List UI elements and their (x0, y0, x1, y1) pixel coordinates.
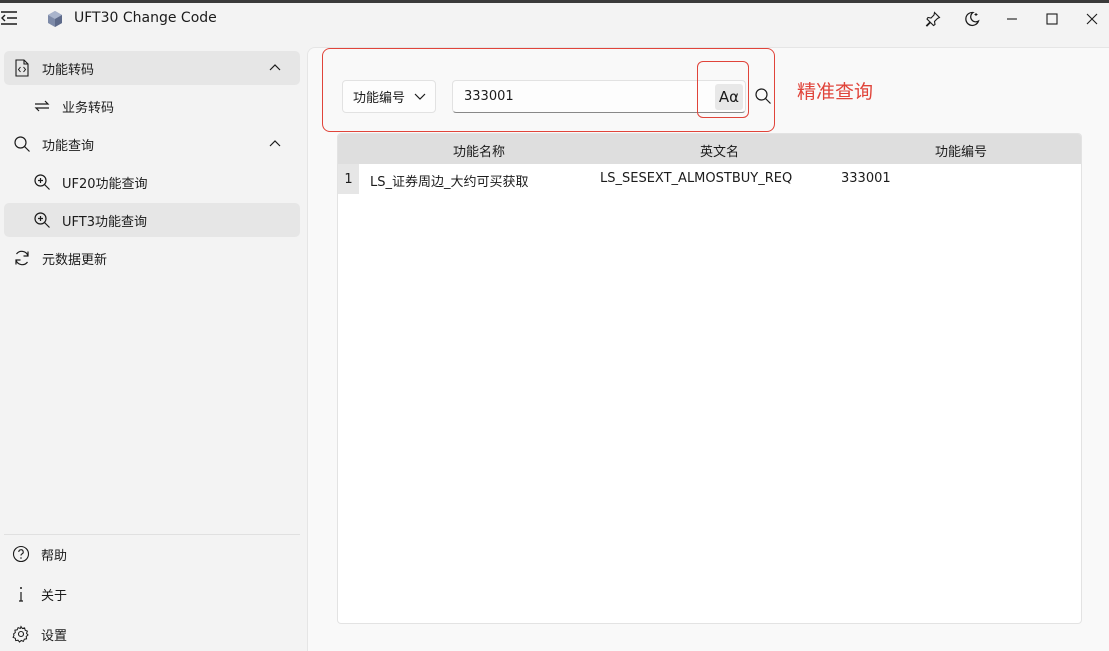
gear-icon (11, 624, 31, 644)
sidebar-item-label: 关于 (41, 588, 68, 604)
sidebar-item-business-convert[interactable]: 业务转码 (4, 89, 300, 123)
code-file-icon (12, 58, 32, 78)
sidebar-item-about[interactable]: 关于 (4, 577, 300, 611)
zoom-in-icon (32, 172, 52, 192)
chevron-up-icon[interactable] (268, 61, 282, 75)
sidebar-item-uft3-query[interactable]: UFT3功能查询 (4, 203, 300, 237)
sidebar-item-help[interactable]: 帮助 (4, 537, 300, 571)
sidebar-item-label: 功能查询 (42, 138, 95, 154)
sidebar-item-metadata-update[interactable]: 元数据更新 (4, 241, 300, 275)
sidebar: 功能转码 业务转码 功能查询 UF20功能查询 UFT3功能查询 元数据更新 帮… (0, 35, 307, 651)
sidebar-item-uf20-query[interactable]: UF20功能查询 (4, 165, 300, 199)
sidebar-item-function-query[interactable]: 功能查询 (4, 127, 300, 161)
content-pane: 功能编号 333001 Aα 精准查询 功能名称 英文名 功能编号 1 LS_证… (307, 47, 1109, 651)
title-bar: UFT30 Change Code (0, 3, 1109, 35)
help-icon (11, 544, 31, 564)
minimize-icon[interactable] (997, 6, 1027, 32)
refresh-icon (12, 248, 32, 268)
table-cell[interactable]: LS_证券周边_大约可买获取 (370, 171, 529, 190)
info-icon (11, 584, 31, 604)
table-cell[interactable]: 333001 (841, 171, 891, 186)
column-header[interactable]: 功能名称 (453, 141, 505, 160)
annotation-box-case (697, 61, 749, 118)
sidebar-item-label: UFT3功能查询 (62, 214, 147, 230)
maximize-icon[interactable] (1037, 6, 1067, 32)
column-header[interactable]: 英文名 (700, 141, 739, 160)
sidebar-divider (4, 534, 300, 535)
results-table: 功能名称 英文名 功能编号 1 LS_证券周边_大约可买获取 LS_SESEXT… (337, 133, 1082, 624)
sidebar-item-label: 设置 (41, 628, 68, 644)
sidebar-item-settings[interactable]: 设置 (4, 617, 300, 651)
sidebar-item-label: UF20功能查询 (62, 176, 148, 192)
app-logo-icon (46, 10, 64, 28)
sidebar-item-function-convert[interactable]: 功能转码 (4, 51, 300, 85)
table-header: 功能名称 英文名 功能编号 (338, 134, 1081, 164)
menu-toggle-icon[interactable] (0, 7, 20, 29)
table-cell[interactable]: LS_SESEXT_ALMOSTBUY_REQ (600, 171, 792, 186)
window-title: UFT30 Change Code (74, 10, 217, 26)
theme-icon[interactable] (957, 6, 987, 32)
sidebar-item-label: 功能转码 (42, 62, 95, 78)
close-icon[interactable] (1077, 6, 1107, 32)
chevron-up-icon[interactable] (268, 137, 282, 151)
annotation-label: 精准查询 (797, 81, 874, 103)
swap-icon (32, 96, 52, 116)
sidebar-item-label: 业务转码 (62, 100, 115, 116)
column-header[interactable]: 功能编号 (935, 141, 987, 160)
table-row[interactable]: 1 LS_证券周边_大约可买获取 LS_SESEXT_ALMOSTBUY_REQ… (338, 164, 1081, 194)
sidebar-item-label: 元数据更新 (42, 252, 108, 268)
search-icon (12, 134, 32, 154)
zoom-in-icon (32, 210, 52, 230)
row-index: 1 (338, 164, 359, 194)
pin-icon[interactable] (918, 6, 948, 32)
sidebar-item-label: 帮助 (41, 548, 68, 564)
